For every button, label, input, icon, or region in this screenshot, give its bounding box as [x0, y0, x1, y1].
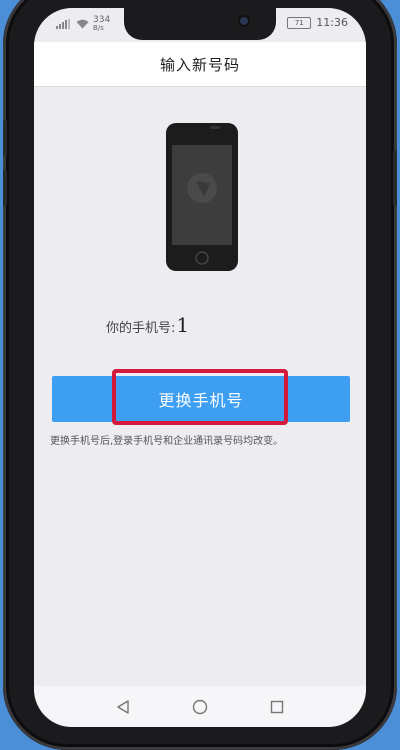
- network-speed: 334 B/s: [93, 15, 111, 33]
- highlight-annotation-box: [112, 369, 288, 425]
- nav-back-button[interactable]: [109, 693, 137, 721]
- phone-screen: 334 B/s 71 11:36 输入新号码 你的手机号: 1 更换手机号 更换…: [34, 8, 366, 727]
- front-camera: [240, 17, 248, 25]
- home-circle-icon: [192, 699, 208, 714]
- back-triangle-icon: [116, 699, 129, 714]
- volume-up-button: [3, 120, 7, 156]
- wifi-icon: [76, 19, 89, 29]
- navigation-bar: [34, 686, 366, 727]
- hint-text: 更换手机号后,登录手机号和企业通讯录号码均改变。: [50, 436, 284, 447]
- clock: 11:36: [316, 16, 348, 29]
- title-bar: 输入新号码: [34, 42, 366, 87]
- battery-icon: 71: [287, 16, 312, 29]
- nav-home-button[interactable]: [186, 693, 214, 721]
- status-bar-right: 71 11:36: [287, 16, 348, 29]
- volume-down-button: [3, 170, 7, 206]
- battery-level: 71: [294, 18, 304, 27]
- signal-icon: [56, 19, 70, 29]
- recent-square-icon: [271, 700, 284, 713]
- phone-number-row: 你的手机号: 1: [106, 313, 189, 337]
- network-speed-unit: B/s: [93, 24, 104, 32]
- phone-illustration-icon: [166, 123, 238, 271]
- phone-number-label: 你的手机号:: [106, 321, 176, 336]
- nav-recent-button[interactable]: [263, 693, 291, 721]
- notch: [124, 8, 276, 40]
- power-button: [393, 150, 397, 206]
- phone-number-value: 1: [176, 313, 190, 337]
- page-title: 输入新号码: [159, 55, 240, 74]
- network-speed-value: 334: [93, 15, 111, 25]
- status-bar-left: 334 B/s: [56, 16, 110, 32]
